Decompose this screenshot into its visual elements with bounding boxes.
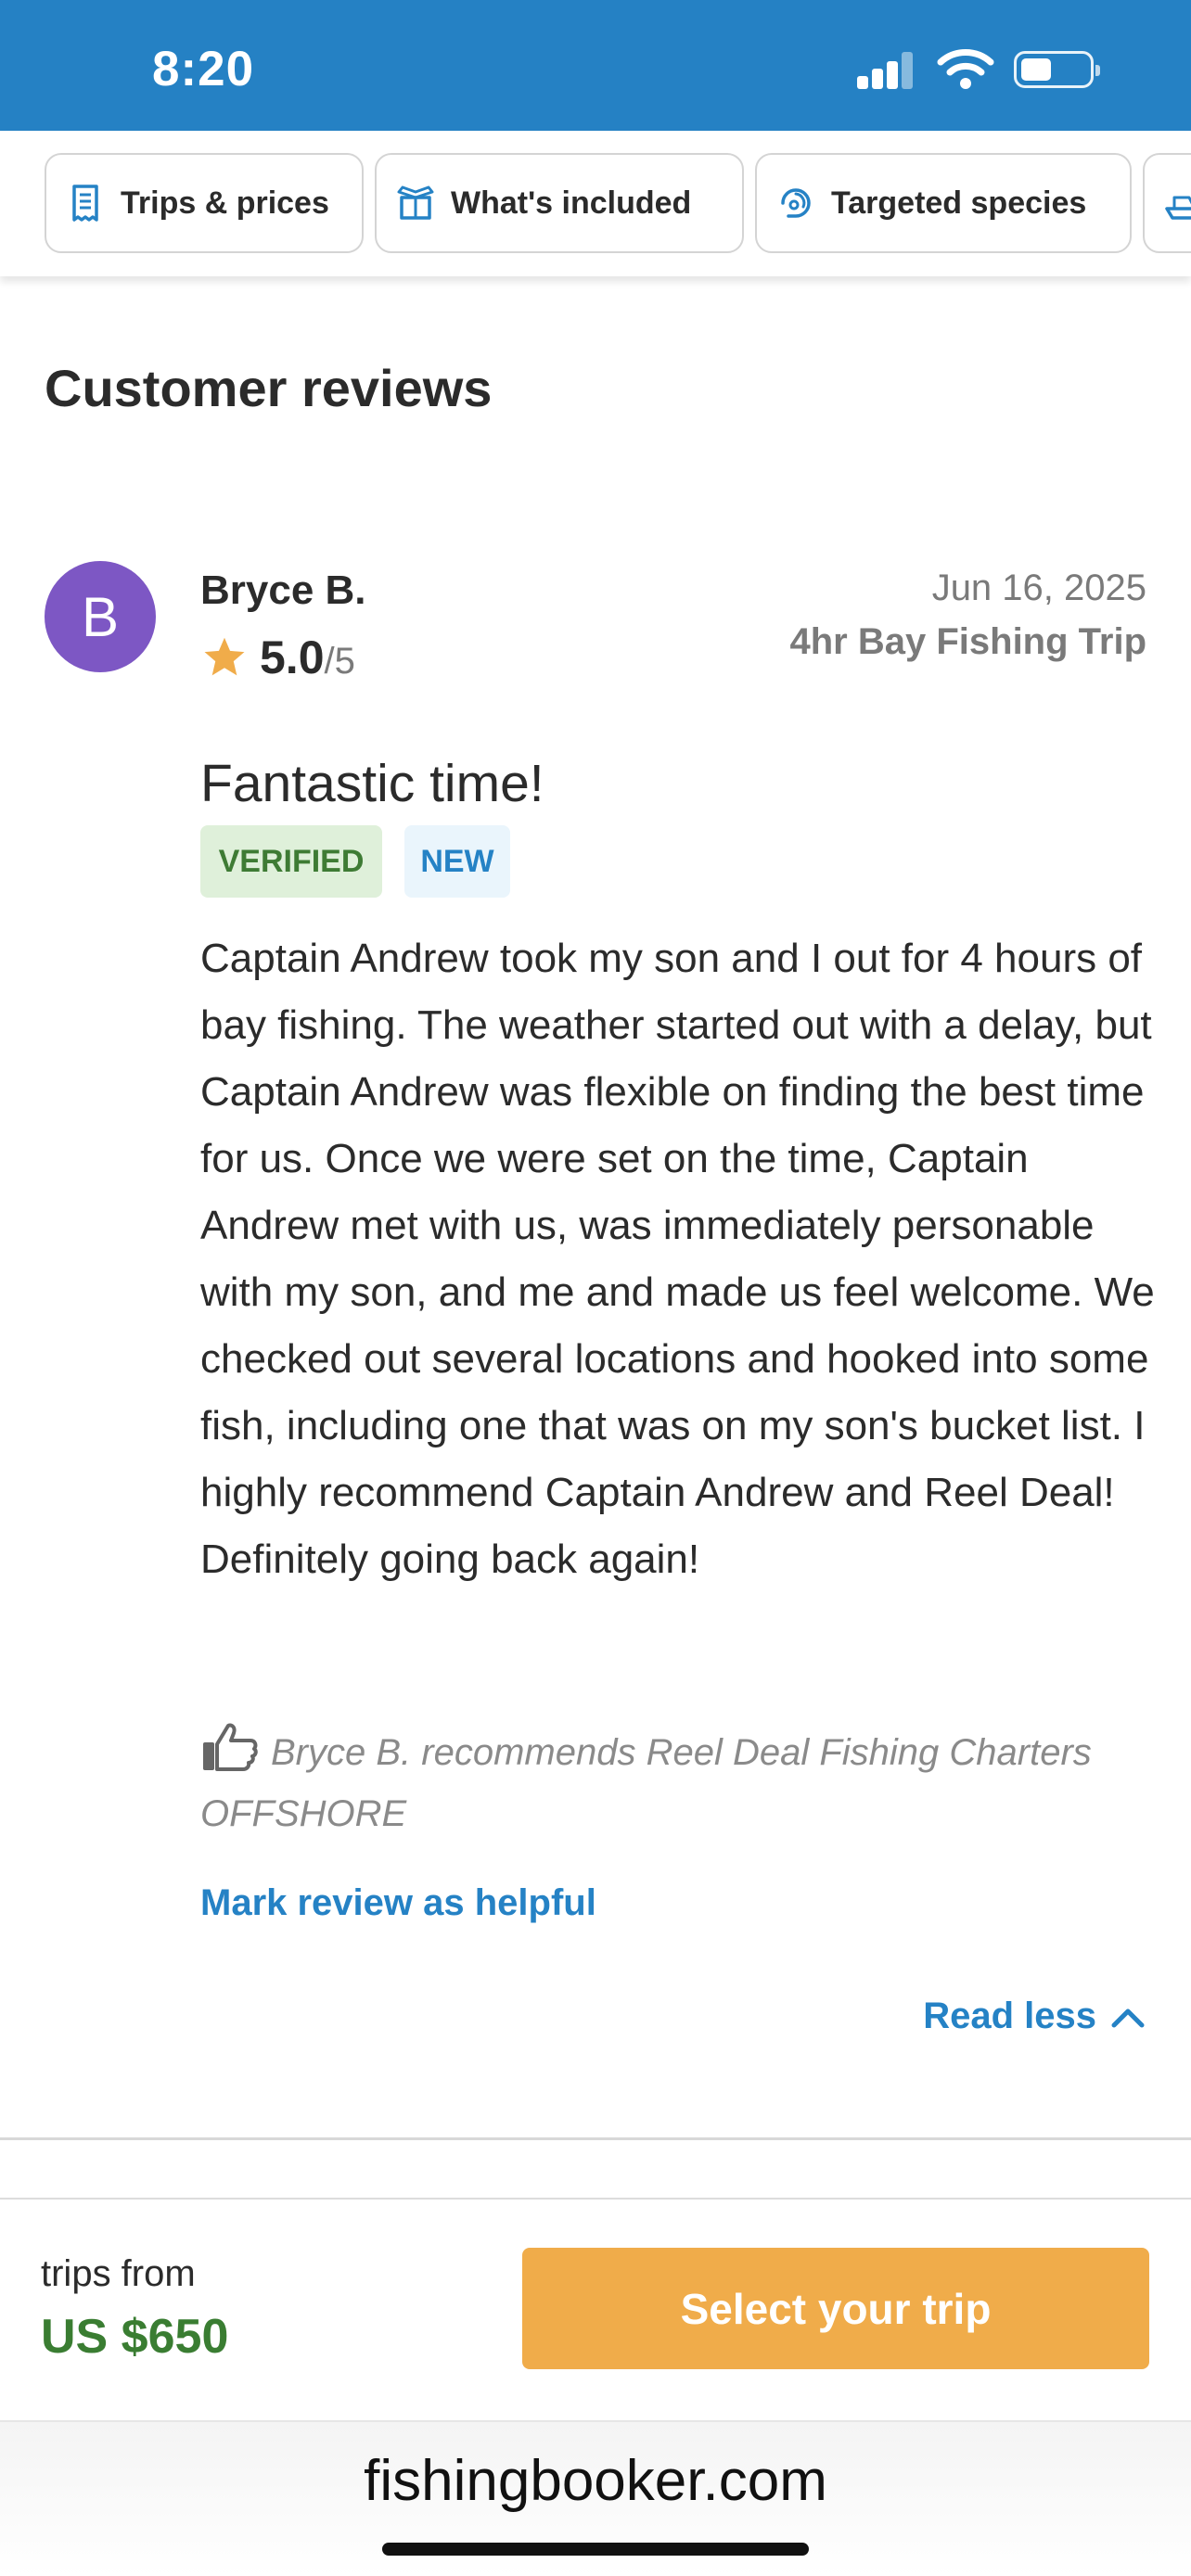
review-body: Captain Andrew took my son and I out for…: [200, 936, 1155, 1582]
home-indicator[interactable]: [382, 2543, 809, 2556]
section-title: Customer reviews: [45, 359, 493, 417]
avatar: B: [45, 561, 156, 672]
thumbs-up-icon: [203, 1723, 258, 1771]
review-trip: 4hr Bay Fishing Trip: [789, 621, 1146, 662]
tab-more[interactable]: [1143, 153, 1191, 253]
fish-hook-icon: [781, 188, 811, 218]
tab-label: What's included: [451, 185, 692, 221]
boat-icon: [1165, 196, 1191, 220]
review-title: Fantastic time!: [200, 754, 544, 813]
tab-label: Trips & prices: [121, 185, 329, 221]
chevron-up-icon: [1111, 2009, 1145, 2027]
status-time: 8:20: [152, 42, 255, 96]
mark-helpful-link[interactable]: Mark review as helpful: [200, 1882, 596, 1924]
rating-scale: /5: [324, 641, 355, 682]
tab-targeted-species[interactable]: Targeted species: [755, 153, 1132, 253]
tab-label: Targeted species: [831, 185, 1087, 221]
rating: 5.0 /5: [200, 631, 355, 684]
wifi-icon: [937, 49, 994, 89]
read-less-label: Read less: [923, 1996, 1096, 2036]
price: US $650: [41, 2310, 229, 2364]
status-bar: 8:20: [0, 0, 1191, 131]
battery-icon: [1014, 51, 1100, 88]
reviewer-name: Bryce B.: [200, 567, 366, 613]
signal-icon: [857, 52, 915, 89]
rating-score: 5.0: [260, 631, 325, 683]
new-badge: NEW: [404, 825, 510, 898]
tab-whats-included[interactable]: What's included: [375, 153, 744, 253]
section-tabs: Trips & prices What's included Targeted …: [0, 131, 1191, 276]
divider: [0, 2137, 1191, 2140]
star-icon: [204, 637, 245, 676]
url-text: fishingbooker.com: [364, 2449, 827, 2513]
tab-trips-prices[interactable]: Trips & prices: [45, 153, 364, 253]
package-icon: [397, 185, 434, 220]
recommendation: Bryce B. recommends Reel Deal Fishing Ch…: [200, 1720, 1146, 1844]
review-date: Jun 16, 2025: [931, 567, 1146, 608]
verified-badge: VERIFIED: [200, 825, 382, 898]
trips-from-label: trips from: [41, 2253, 196, 2294]
select-trip-button[interactable]: Select your trip: [522, 2248, 1149, 2369]
divider: [0, 2198, 1191, 2200]
read-less-button[interactable]: Read less: [923, 1996, 1146, 2037]
recommendation-text: Bryce B. recommends Reel Deal Fishing Ch…: [200, 1732, 1092, 1834]
receipt-icon: [72, 185, 98, 222]
